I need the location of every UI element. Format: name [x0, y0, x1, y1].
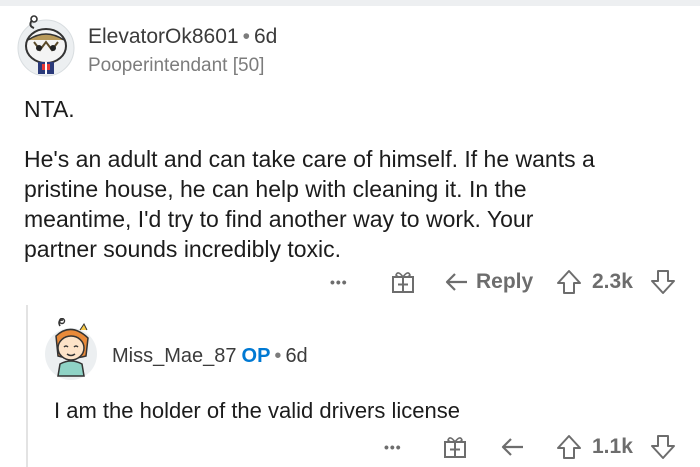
user-avatar[interactable] [14, 14, 78, 78]
more-icon[interactable]: ••• [384, 430, 408, 464]
reply-button[interactable]: Reply [444, 265, 533, 299]
reply-timestamp: 6d [285, 345, 308, 367]
award-icon [390, 269, 416, 295]
comment-body-line: He's an adult and can take care of himse… [24, 146, 595, 172]
downvote-icon [650, 433, 676, 461]
more-icon[interactable]: ••• [330, 265, 354, 299]
reply-action-bar: ••• 1.1k [384, 430, 690, 464]
reply-button[interactable] [500, 430, 526, 464]
reply-arrow-icon [500, 434, 526, 460]
comment-body-line: meantime, I'd try to find another way to… [24, 206, 534, 232]
comment-body-line: pristine house, he can help with cleanin… [24, 176, 527, 202]
downvote-icon [650, 268, 676, 296]
reply-body: I am the holder of the valid drivers lic… [54, 398, 460, 423]
separator-dot: • [242, 25, 250, 48]
upvote-button[interactable] [556, 430, 582, 464]
reply-username[interactable]: Miss_Mae_87 [112, 345, 237, 367]
comment-action-bar: ••• Reply 2.3k [330, 265, 690, 299]
reply-label: Reply [476, 270, 534, 293]
reply-arrow-icon [444, 269, 470, 295]
downvote-button[interactable] [650, 430, 676, 464]
separator-dot: • [274, 345, 282, 367]
user-flair: Pooperintendant [50] [88, 55, 265, 76]
comment-body: He's an adult and can take care of himse… [24, 144, 684, 264]
comment-body-line: partner sounds incredibly toxic. [24, 236, 342, 262]
vote-score: 1.1k [592, 435, 633, 458]
top-divider [0, 0, 700, 6]
award-button[interactable] [442, 430, 468, 464]
comment-timestamp: 6d [253, 25, 278, 48]
award-icon [442, 434, 468, 460]
comment-verdict: NTA. [24, 96, 75, 122]
vote-score: 2.3k [592, 270, 633, 293]
upvote-icon [556, 433, 582, 461]
comment-username[interactable]: ElevatorOk8601 [88, 25, 239, 48]
comment-header: ElevatorOk8601 • 6d [88, 25, 277, 49]
reply-avatar[interactable] [40, 317, 102, 382]
upvote-button[interactable] [556, 265, 582, 299]
award-button[interactable] [390, 265, 416, 299]
downvote-button[interactable] [650, 265, 676, 299]
thread-line[interactable] [26, 305, 28, 467]
reply-header: Miss_Mae_87 OP • 6d [112, 345, 308, 368]
upvote-icon [556, 268, 582, 296]
op-badge: OP [241, 345, 271, 367]
